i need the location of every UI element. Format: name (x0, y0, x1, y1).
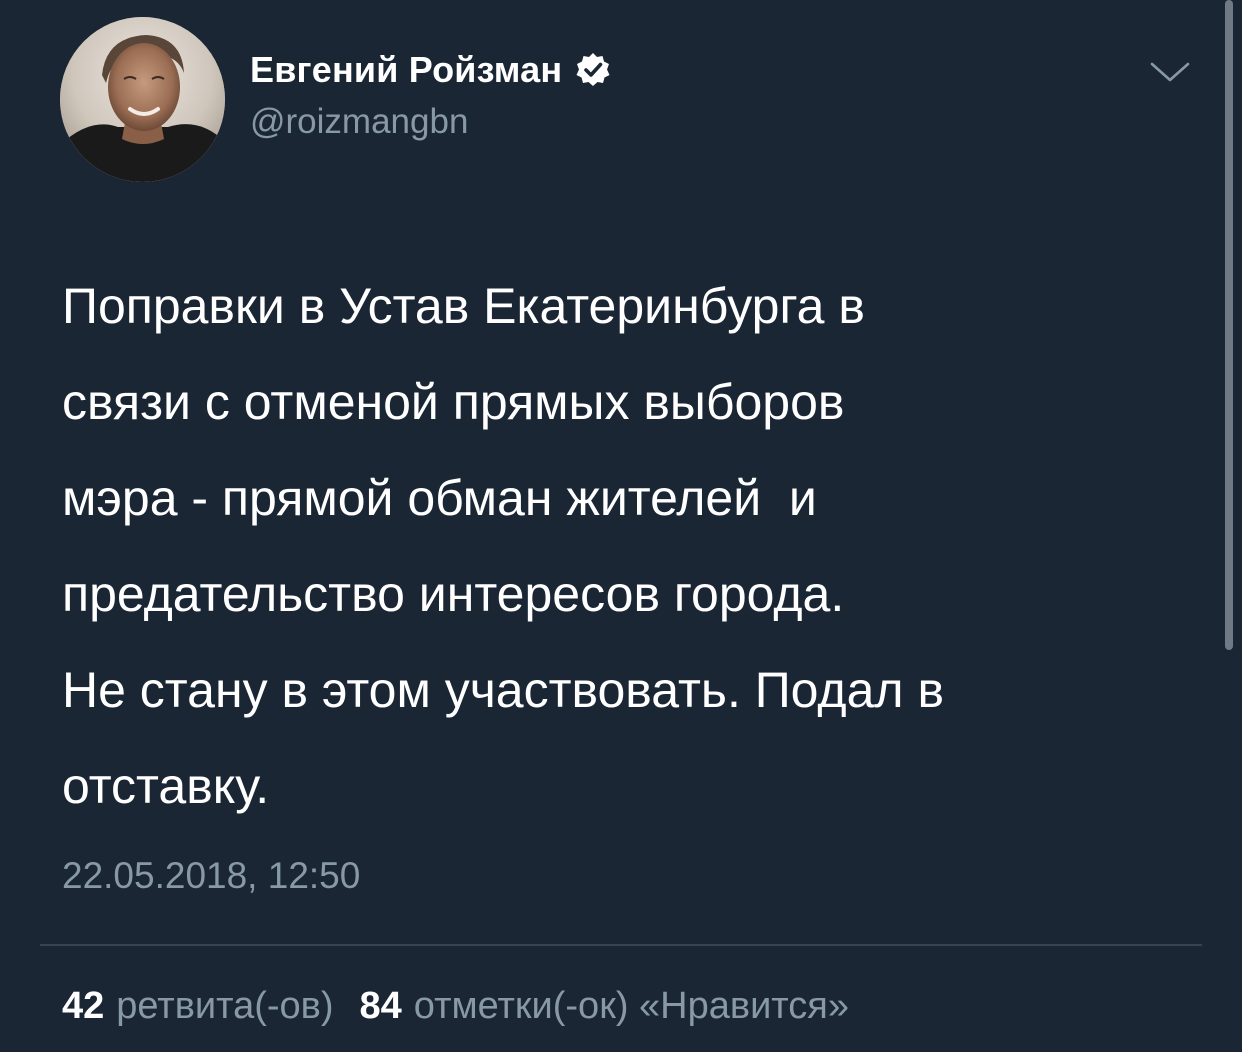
divider (40, 944, 1202, 946)
author-handle[interactable]: @roizmangbn (250, 102, 468, 142)
retweet-count[interactable]: 42 (62, 985, 104, 1028)
author-name[interactable]: Евгений Ройзман (250, 49, 562, 91)
tweet-text: Поправки в Устав Екатеринбурга в связи с… (62, 278, 945, 814)
like-label[interactable]: отметки(-ок) «Нравится» (414, 985, 849, 1028)
avatar-photo (60, 17, 225, 182)
chevron-down-icon[interactable] (1148, 58, 1192, 86)
verified-badge-icon (574, 51, 612, 89)
tweet-timestamp[interactable]: 22.05.2018, 12:50 (62, 855, 360, 897)
tweet-stats: 42 ретвита(-ов) 84 отметки(-ок) «Нравитс… (62, 985, 849, 1028)
scrollbar[interactable] (1225, 0, 1233, 650)
tweet-card: Евгений Ройзман @roizmangbn Поправки в У… (0, 0, 1242, 1052)
retweet-label[interactable]: ретвита(-ов) (116, 985, 333, 1028)
avatar[interactable] (60, 17, 225, 182)
author-name-row[interactable]: Евгений Ройзман (250, 44, 612, 96)
like-count[interactable]: 84 (360, 985, 402, 1028)
